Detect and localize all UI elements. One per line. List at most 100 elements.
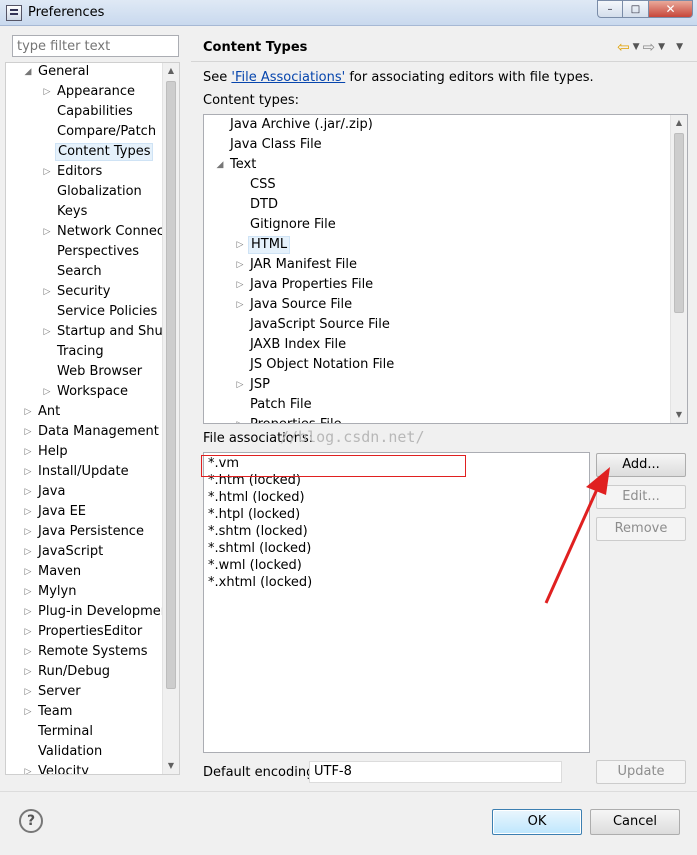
help-icon[interactable]: ? <box>19 809 43 833</box>
tree-item[interactable]: Validation <box>6 743 162 763</box>
minimize-button[interactable]: – <box>597 0 623 18</box>
tree-item[interactable]: ▷ Java Persistence <box>6 523 162 543</box>
tree-item[interactable]: ▷ Ant <box>6 403 162 423</box>
tree-item[interactable]: ▷ JSP <box>204 376 670 396</box>
collapse-arrow-icon[interactable]: ◢ <box>214 156 226 174</box>
scroll-up-icon[interactable]: ▲ <box>671 115 687 131</box>
list-item[interactable]: *.shtm (locked) <box>208 523 308 540</box>
tree-item[interactable]: ▷ Server <box>6 683 162 703</box>
list-item[interactable]: *.wml (locked) <box>208 557 302 574</box>
filter-input[interactable] <box>12 35 179 57</box>
scroll-thumb[interactable] <box>674 133 684 313</box>
forward-arrow-icon[interactable]: ⇨ <box>643 38 656 56</box>
tree-item[interactable]: Keys <box>6 203 162 223</box>
expand-arrow-icon[interactable]: ▷ <box>22 523 34 541</box>
tree-item[interactable]: Service Policies <box>6 303 162 323</box>
tree-item[interactable]: ▷ Data Management <box>6 423 162 443</box>
tree-item[interactable]: ▷ Help <box>6 443 162 463</box>
tree-item[interactable]: ▷ Remote Systems <box>6 643 162 663</box>
tree-item[interactable]: Perspectives <box>6 243 162 263</box>
back-menu-chevron-icon[interactable]: ▼ <box>633 42 640 56</box>
expand-arrow-icon[interactable]: ▷ <box>234 276 246 294</box>
tree-item[interactable]: ▷ Java <box>6 483 162 503</box>
expand-arrow-icon[interactable]: ▷ <box>234 376 246 394</box>
expand-arrow-icon[interactable]: ▷ <box>22 423 34 441</box>
list-item[interactable]: *.htpl (locked) <box>208 506 300 523</box>
expand-arrow-icon[interactable]: ▷ <box>22 563 34 581</box>
collapse-arrow-icon[interactable]: ◢ <box>22 63 34 81</box>
tree-item[interactable]: ▷ Java Source File <box>204 296 670 316</box>
tree-item[interactable]: ▷ JAR Manifest File <box>204 256 670 276</box>
maximize-button[interactable]: □ <box>623 0 649 18</box>
tree-item[interactable]: ▷ Startup and Shutd <box>6 323 177 343</box>
tree-item[interactable]: JavaScript Source File <box>204 316 670 336</box>
tree-item[interactable]: Java Archive (.jar/.zip) <box>204 116 670 136</box>
scroll-thumb[interactable] <box>166 81 176 689</box>
list-item[interactable]: *.xhtml (locked) <box>208 574 312 591</box>
tree-item[interactable]: ▷ Editors <box>6 163 162 183</box>
list-item[interactable]: *.shtml (locked) <box>208 540 311 557</box>
tree-item[interactable]: ▷ Plug-in Development <box>6 603 175 623</box>
preferences-tree-scrollbar[interactable]: ▲ ▼ <box>162 63 179 774</box>
default-encoding-input[interactable]: UTF-8 <box>309 761 562 783</box>
scroll-down-icon[interactable]: ▼ <box>163 758 179 774</box>
scroll-up-icon[interactable]: ▲ <box>163 63 179 79</box>
tree-item[interactable]: ▷ Java Properties File <box>204 276 670 296</box>
expand-arrow-icon[interactable]: ▷ <box>41 163 53 181</box>
tree-item[interactable]: ▷ Security <box>6 283 162 303</box>
tree-item[interactable]: Capabilities <box>6 103 162 123</box>
tree-item[interactable]: CSS <box>204 176 670 196</box>
tree-item[interactable]: Gitignore File <box>204 216 670 236</box>
tree-item[interactable]: Content Types <box>6 143 162 163</box>
update-button[interactable]: Update <box>596 760 686 784</box>
expand-arrow-icon[interactable]: ▷ <box>41 83 53 101</box>
tree-item[interactable]: Patch File <box>204 396 670 416</box>
tree-item[interactable]: JS Object Notation File <box>204 356 670 376</box>
view-menu-chevron-icon[interactable]: ▼ <box>676 42 683 56</box>
ok-button[interactable]: OK <box>492 809 582 835</box>
file-associations-link[interactable]: 'File Associations' <box>231 70 345 85</box>
back-arrow-icon[interactable]: ⇦ <box>617 38 630 56</box>
cancel-button[interactable]: Cancel <box>590 809 680 835</box>
tree-item[interactable]: Java Class File <box>204 136 670 156</box>
tree-item[interactable]: ▷ Velocity <box>6 763 162 774</box>
tree-item[interactable]: ▷ Workspace <box>6 383 162 403</box>
forward-menu-chevron-icon[interactable]: ▼ <box>658 42 665 56</box>
tree-item[interactable]: ▷ Team <box>6 703 162 723</box>
tree-item[interactable]: DTD <box>204 196 670 216</box>
expand-arrow-icon[interactable]: ▷ <box>22 443 34 461</box>
expand-arrow-icon[interactable]: ▷ <box>22 483 34 501</box>
content-types-scrollbar[interactable]: ▲ ▼ <box>670 115 687 423</box>
close-button[interactable]: ✕ <box>649 0 693 18</box>
expand-arrow-icon[interactable]: ▷ <box>22 663 34 681</box>
tree-item[interactable]: Globalization <box>6 183 162 203</box>
expand-arrow-icon[interactable]: ▷ <box>41 323 53 341</box>
expand-arrow-icon[interactable]: ▷ <box>22 703 34 721</box>
expand-arrow-icon[interactable]: ▷ <box>41 283 53 301</box>
expand-arrow-icon[interactable]: ▷ <box>22 603 34 621</box>
tree-item[interactable]: Compare/Patch <box>6 123 162 143</box>
tree-item[interactable]: ▷ Install/Update <box>6 463 162 483</box>
tree-item[interactable]: JAXB Index File <box>204 336 670 356</box>
tree-item[interactable]: ▷ JavaScript <box>6 543 162 563</box>
expand-arrow-icon[interactable]: ▷ <box>22 503 34 521</box>
expand-arrow-icon[interactable]: ▷ <box>234 256 246 274</box>
expand-arrow-icon[interactable]: ▷ <box>22 463 34 481</box>
scroll-down-icon[interactable]: ▼ <box>671 407 687 423</box>
tree-item[interactable]: ▷ Run/Debug <box>6 663 162 683</box>
expand-arrow-icon[interactable]: ▷ <box>234 236 246 254</box>
tree-item[interactable]: ◢ General <box>6 63 162 83</box>
tree-item[interactable]: Search <box>6 263 162 283</box>
expand-arrow-icon[interactable]: ▷ <box>22 683 34 701</box>
tree-item[interactable]: ◢ Text <box>204 156 670 176</box>
expand-arrow-icon[interactable]: ▷ <box>22 543 34 561</box>
tree-item[interactable]: Terminal <box>6 723 162 743</box>
tree-item[interactable]: ▷ Java EE <box>6 503 162 523</box>
tree-item[interactable]: ▷Properties File <box>204 416 670 423</box>
list-item[interactable]: *.html (locked) <box>208 489 305 506</box>
expand-arrow-icon[interactable]: ▷ <box>22 763 34 774</box>
tree-item[interactable]: ▷ PropertiesEditor <box>6 623 162 643</box>
expand-arrow-icon[interactable]: ▷ <box>22 583 34 601</box>
tree-item[interactable]: ▷ Mylyn <box>6 583 162 603</box>
expand-arrow-icon[interactable]: ▷ <box>22 643 34 661</box>
